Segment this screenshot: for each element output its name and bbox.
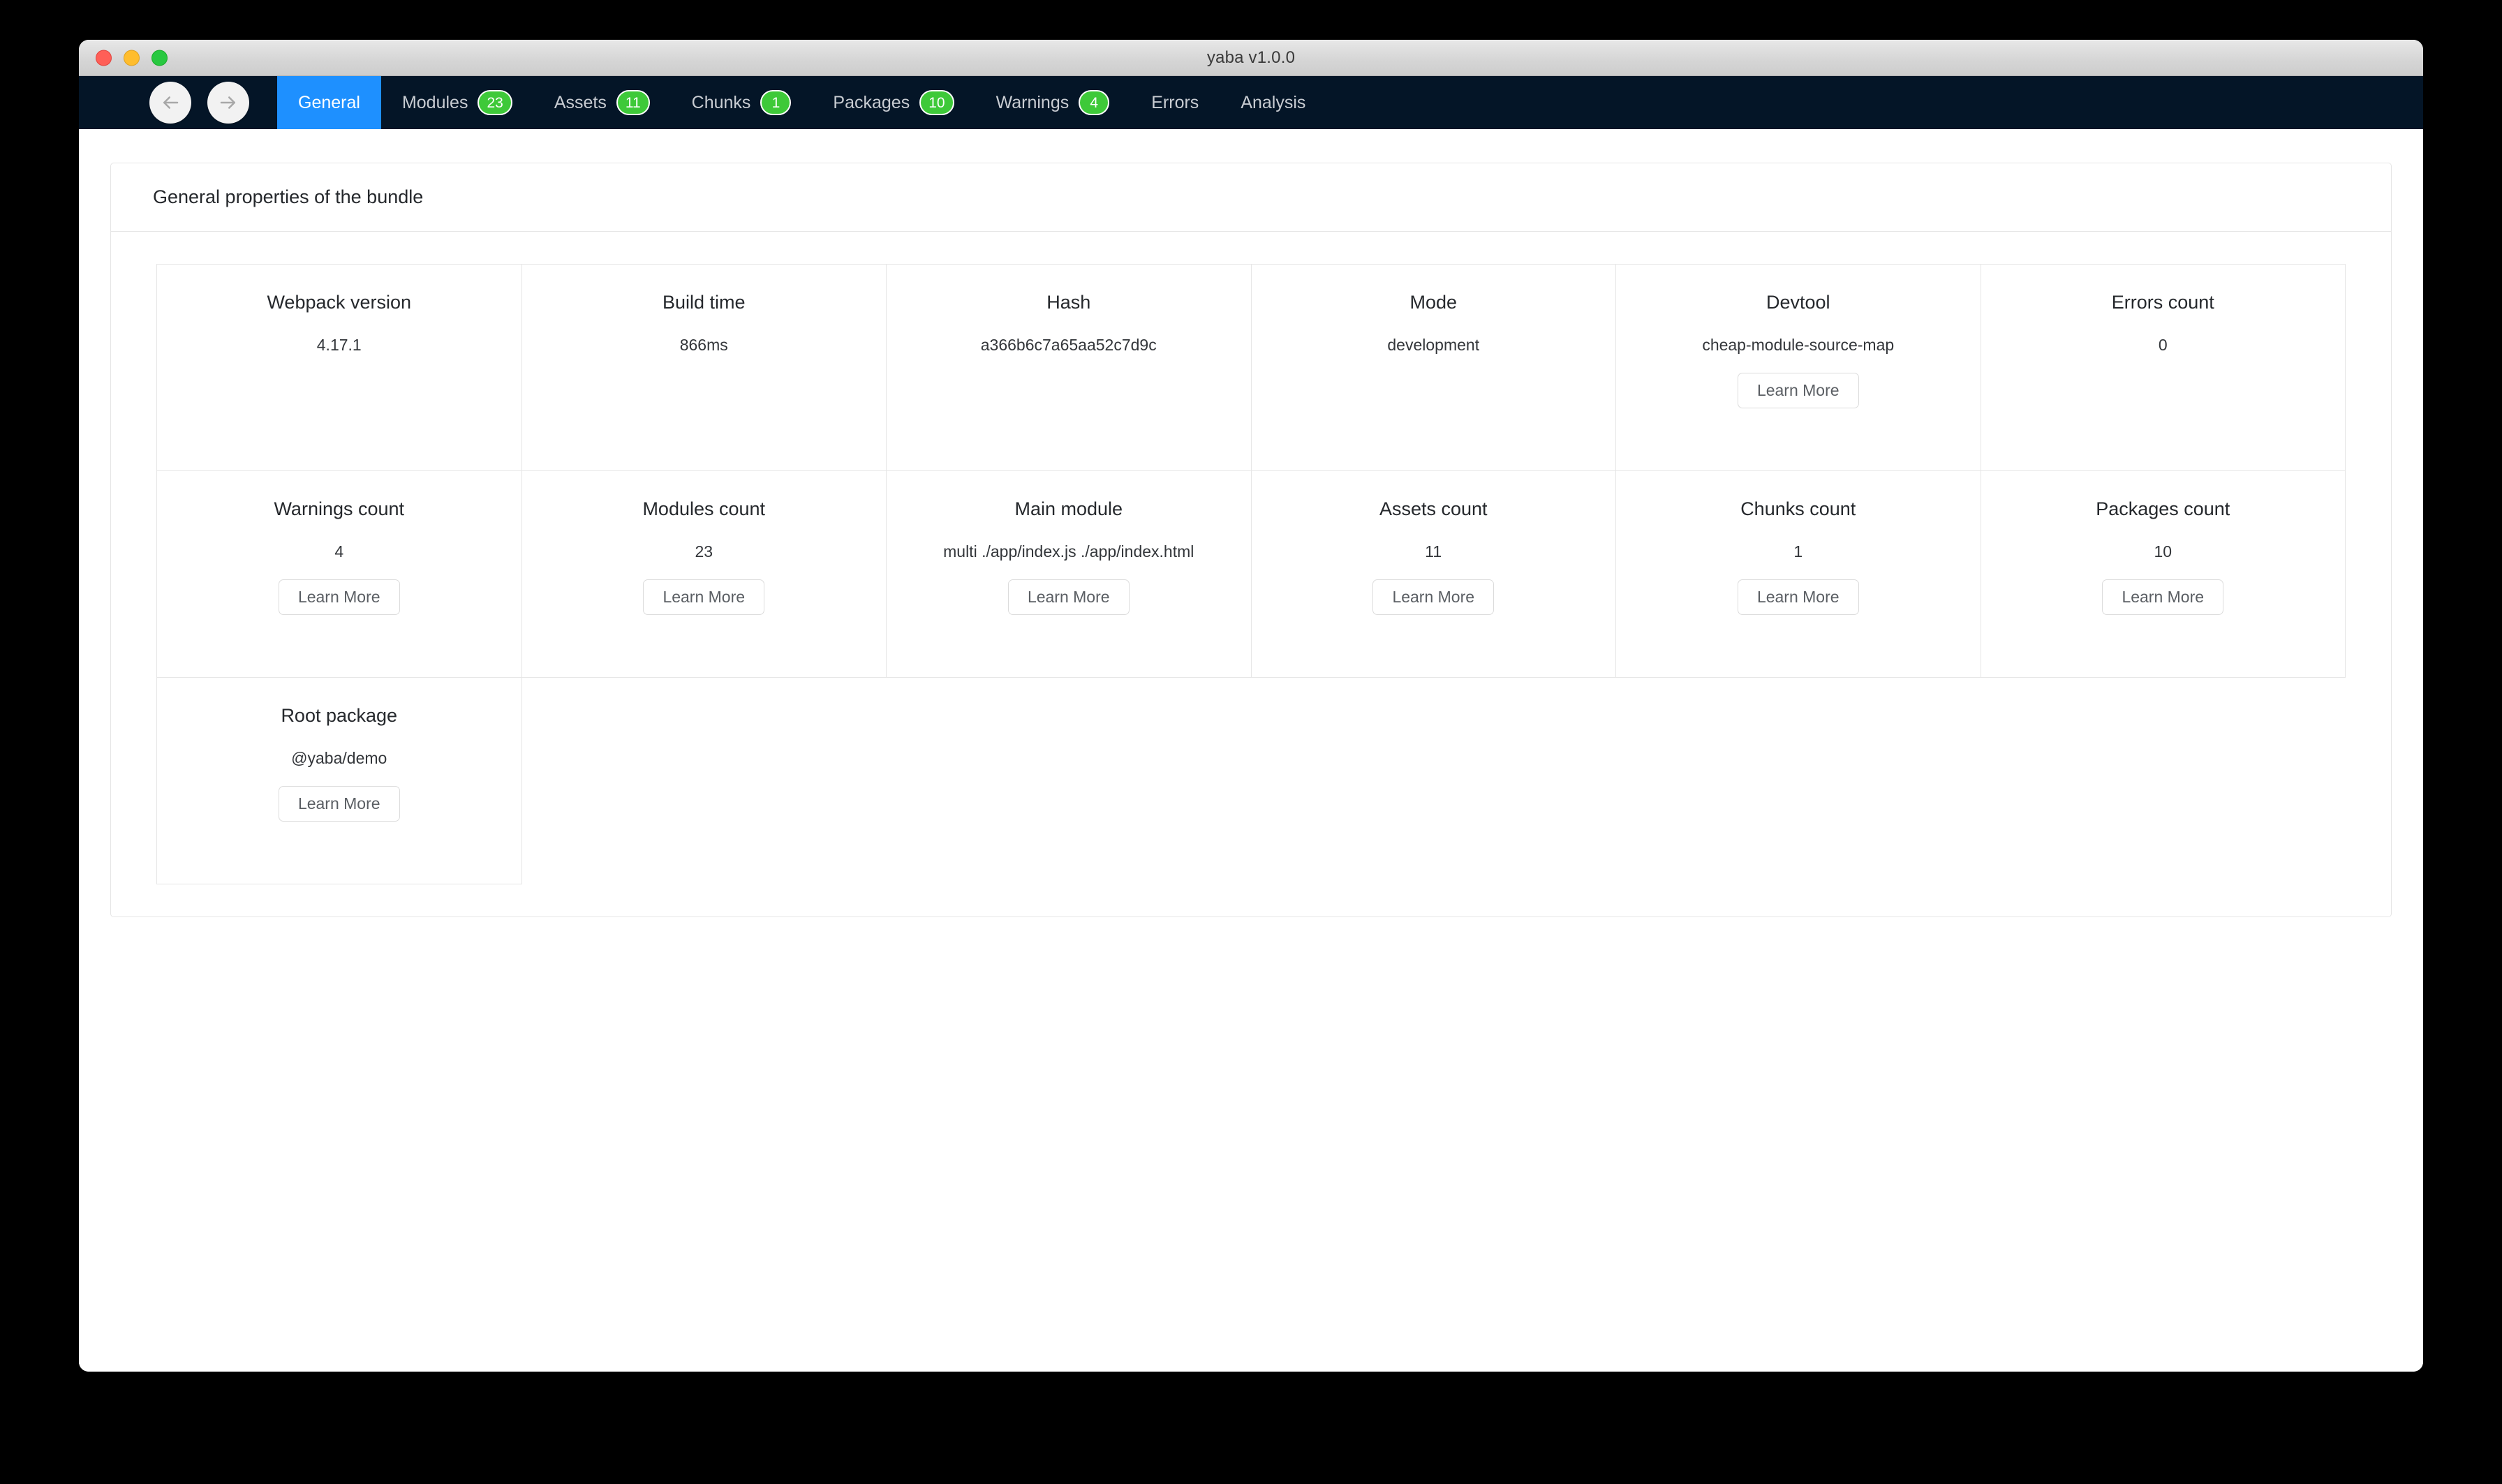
- learn-more-button[interactable]: Learn More: [643, 579, 765, 616]
- app-window: yaba v1.0.0 General Modules 23 Assets 11…: [79, 40, 2423, 1372]
- property-value: 23: [695, 542, 713, 561]
- property-label: Root package: [281, 705, 398, 726]
- panel-body: Webpack version 4.17.1 Build time 866ms Hash…: [111, 232, 2391, 917]
- general-properties-panel: General properties of the bundle Webpack…: [110, 163, 2392, 917]
- property-label: Warnings count: [274, 498, 405, 519]
- content-area: General properties of the bundle Webpack…: [79, 129, 2423, 1372]
- property-cell: Build time 866ms: [521, 265, 887, 471]
- property-value: 4: [334, 542, 344, 561]
- close-window-button[interactable]: [96, 50, 112, 66]
- tab-label: Assets: [554, 92, 607, 112]
- arrow-right-icon: [218, 92, 239, 113]
- property-label: Assets count: [1379, 498, 1488, 519]
- property-cell: Errors count 0: [1981, 265, 2346, 471]
- property-label: Devtool: [1766, 292, 1830, 313]
- traffic-light-group: [96, 50, 168, 66]
- property-value: 10: [2154, 542, 2172, 561]
- learn-more-button[interactable]: Learn More: [278, 785, 400, 822]
- property-cell: Chunks count 1 Learn More: [1616, 471, 1981, 678]
- property-label: Chunks count: [1740, 498, 1856, 519]
- arrow-left-icon: [160, 92, 181, 113]
- learn-more-button[interactable]: Learn More: [1007, 579, 1130, 616]
- property-cell: Warnings count 4 Learn More: [157, 471, 522, 678]
- property-value: development: [1387, 336, 1480, 355]
- property-cell: Assets count 11 Learn More: [1251, 471, 1616, 678]
- tab-assets[interactable]: Assets 11: [533, 76, 671, 129]
- grid-spacer: [1616, 678, 1981, 884]
- back-button[interactable]: [149, 82, 191, 124]
- tab-label: Chunks: [691, 92, 751, 112]
- learn-more-button[interactable]: Learn More: [1737, 579, 1859, 616]
- grid-spacer: [887, 678, 1252, 884]
- tab-chunks[interactable]: Chunks 1: [671, 76, 813, 129]
- tab-packages[interactable]: Packages 10: [812, 76, 975, 129]
- property-label: Build time: [662, 292, 746, 313]
- property-cell: Root package @yaba/demo Learn More: [157, 678, 522, 884]
- tab-warnings[interactable]: Warnings 4: [975, 76, 1131, 129]
- property-cell: Packages count 10 Learn More: [1981, 471, 2346, 678]
- property-value: 866ms: [679, 336, 728, 355]
- maximize-window-button[interactable]: [151, 50, 168, 66]
- property-value: @yaba/demo: [291, 749, 387, 768]
- tab-modules[interactable]: Modules 23: [381, 76, 533, 129]
- panel-title: General properties of the bundle: [111, 163, 2391, 232]
- tab-label: Warnings: [995, 92, 1069, 112]
- property-cell: Devtool cheap-module-source-map Learn More: [1616, 265, 1981, 471]
- property-cell: Webpack version 4.17.1: [157, 265, 522, 471]
- forward-button[interactable]: [207, 82, 249, 124]
- tab-label: Modules: [401, 92, 468, 112]
- tab-badge: 1: [760, 90, 792, 115]
- property-cell: Hash a366b6c7a65aa52c7d9c: [887, 265, 1252, 471]
- property-label: Mode: [1409, 292, 1458, 313]
- tab-badge: 4: [1079, 90, 1110, 115]
- learn-more-button[interactable]: Learn More: [278, 579, 400, 616]
- property-cell: Modules count 23 Learn More: [521, 471, 887, 678]
- tab-badge: 23: [478, 90, 512, 115]
- learn-more-button[interactable]: Learn More: [1372, 579, 1495, 616]
- window-titlebar: yaba v1.0.0: [79, 40, 2423, 76]
- property-value: 0: [2158, 336, 2168, 355]
- property-value: a366b6c7a65aa52c7d9c: [980, 336, 1157, 355]
- tab-analysis[interactable]: Analysis: [1220, 76, 1326, 129]
- property-value: 11: [1425, 542, 1442, 561]
- property-value: multi ./app/index.js ./app/index.html: [943, 542, 1194, 561]
- property-cell: Main module multi ./app/index.js ./app/in…: [887, 471, 1252, 678]
- property-label: Hash: [1046, 292, 1091, 313]
- tab-label: General: [298, 92, 360, 112]
- grid-spacer: [1981, 678, 2346, 884]
- property-label: Modules count: [642, 498, 766, 519]
- tab-bar: General Modules 23 Assets 11 Chunks 1 Packages 1…: [277, 76, 1326, 129]
- tab-errors[interactable]: Errors: [1130, 76, 1220, 129]
- property-value: cheap-module-source-map: [1702, 336, 1895, 355]
- property-label: Webpack version: [267, 292, 412, 313]
- grid-spacer: [1252, 678, 1617, 884]
- property-label: Packages count: [2096, 498, 2230, 519]
- property-value: 1: [1793, 542, 1803, 561]
- property-value: 4.17.1: [316, 336, 362, 355]
- tab-badge: 11: [616, 90, 650, 115]
- property-cell: Mode development: [1251, 265, 1616, 471]
- learn-more-button[interactable]: Learn More: [2102, 579, 2224, 616]
- tab-badge: 10: [919, 90, 954, 115]
- main-navbar: General Modules 23 Assets 11 Chunks 1 Packages 1…: [79, 76, 2423, 129]
- learn-more-button[interactable]: Learn More: [1737, 372, 1859, 409]
- tab-label: Packages: [833, 92, 910, 112]
- grid-spacer: [522, 678, 887, 884]
- properties-grid: Webpack version 4.17.1 Build time 866ms Hash…: [156, 264, 2346, 884]
- tab-label: Errors: [1151, 92, 1199, 112]
- tab-label: Analysis: [1241, 92, 1306, 112]
- tab-general[interactable]: General: [277, 76, 381, 129]
- window-title: yaba v1.0.0: [1206, 47, 1296, 67]
- minimize-window-button[interactable]: [124, 50, 140, 66]
- nav-arrow-group: [79, 76, 277, 129]
- property-label: Errors count: [2111, 292, 2214, 313]
- property-label: Main module: [1014, 498, 1123, 519]
